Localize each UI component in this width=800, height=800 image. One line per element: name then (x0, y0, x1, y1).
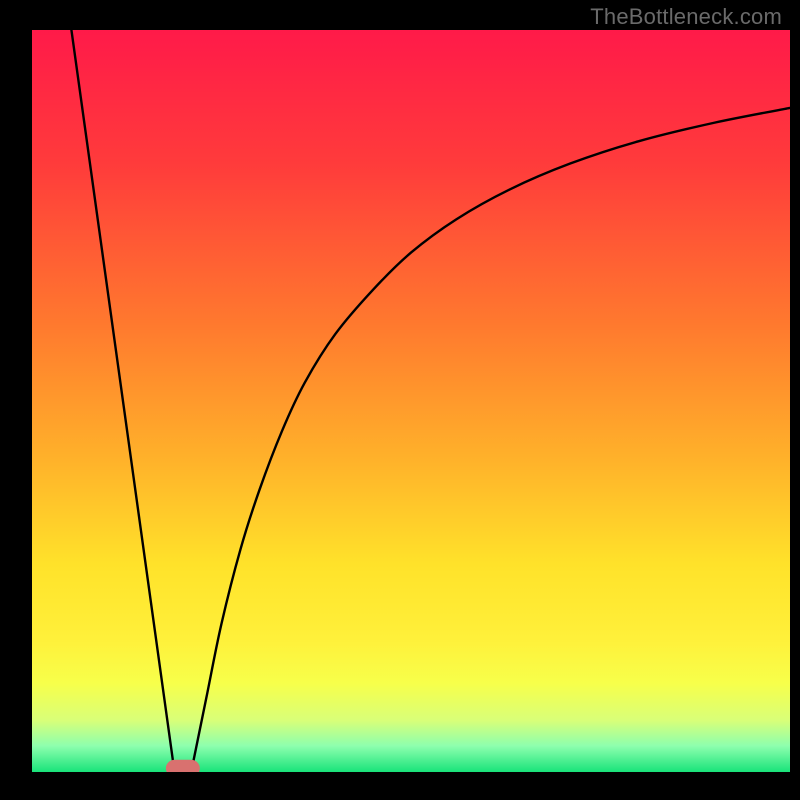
chart-frame: TheBottleneck.com (0, 0, 800, 800)
bottleneck-chart (0, 0, 800, 800)
plot-area (32, 30, 790, 777)
watermark-text: TheBottleneck.com (590, 4, 782, 30)
gradient-background (32, 30, 790, 772)
